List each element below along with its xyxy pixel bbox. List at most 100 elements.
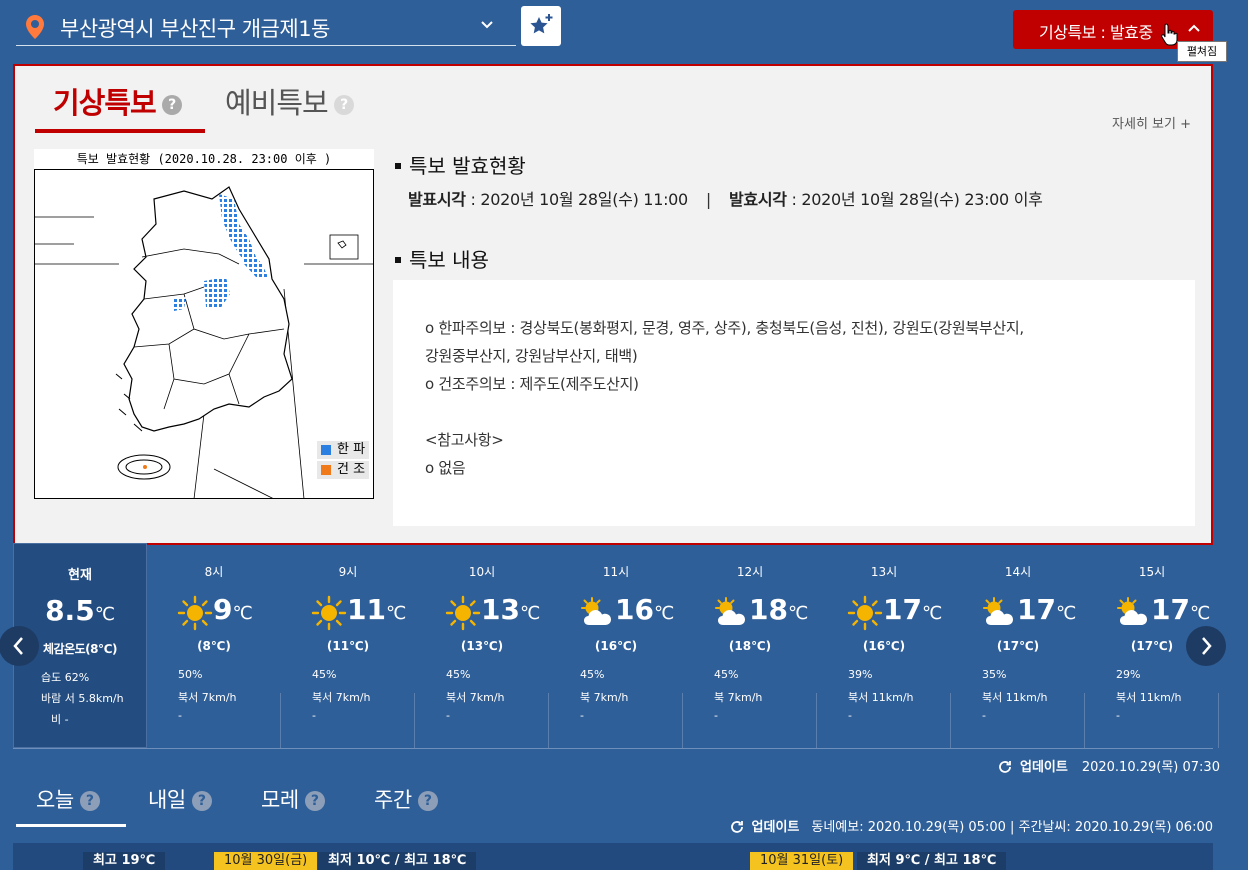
hour-humidity: 35% <box>982 668 1007 681</box>
hour-temp-value: 13 <box>481 593 520 626</box>
chevron-up-icon <box>1188 24 1200 32</box>
legend-item-dry: 건 조 <box>317 461 369 479</box>
hour-temp-value: 17 <box>883 593 922 626</box>
hour-feels-like: (13℃) <box>460 639 504 653</box>
active-tab-indicator <box>35 129 205 133</box>
hour-wind: 북서 11km/h <box>848 691 914 704</box>
current-humidity: 습도 62% <box>41 671 90 684</box>
hour-rain: - <box>848 709 852 722</box>
hour-column: 13시 17℃ (16℃) 39% 북서 11km/h - <box>817 543 951 748</box>
chevron-right-icon <box>1202 637 1212 655</box>
chevron-down-icon[interactable] <box>478 16 496 34</box>
tab-tomorrow[interactable]: 내일? <box>148 784 212 814</box>
status-heading: 특보 발효현황 <box>395 150 526 179</box>
help-icon[interactable]: ? <box>79 791 100 811</box>
daily-update: 업데이트 동네예보: 2020.10.29(목) 05:00 | 주간날씨: 20… <box>730 816 1213 835</box>
update-time: 2020.10.29(목) 07:30 <box>1081 760 1220 775</box>
temp-unit: ℃ <box>653 603 675 624</box>
more-details-link[interactable]: 자세히 보기 + <box>1112 113 1191 132</box>
hour-humidity: 45% <box>580 668 605 681</box>
legend-item-cold-wave: 한 파 <box>317 441 369 459</box>
hour-temp: 17℃ <box>1151 593 1210 626</box>
temp-unit: ℃ <box>921 603 943 624</box>
legend-swatch <box>321 445 331 455</box>
partly-cloudy-icon <box>981 595 1017 631</box>
hour-label: 9시 <box>338 565 358 579</box>
help-icon[interactable]: ? <box>161 95 182 115</box>
current-wind: 바람 서 5.8km/h <box>41 692 124 705</box>
hour-temp: 17℃ <box>1017 593 1076 626</box>
warning-map[interactable]: 특보 발효현황 (2020.10.28. 23:00 이후 ) 한 파 건 조 <box>34 149 374 499</box>
legend-swatch <box>321 465 331 475</box>
content-line: o 한파주의보 : 경상북도(봉화평지, 문경, 영주, 상주), 충청북도(음… <box>425 319 1024 337</box>
sun-icon <box>847 595 883 631</box>
refresh-icon[interactable] <box>730 820 744 834</box>
add-favorite-button[interactable] <box>521 6 561 46</box>
hour-column: 14시 17℃ (17℃) 35% 북서 11km/h - <box>951 543 1085 748</box>
current-rain: 비 - <box>51 713 69 726</box>
chevron-left-icon <box>13 637 23 655</box>
help-icon[interactable]: ? <box>333 95 354 115</box>
tab-preliminary-warning[interactable]: 예비특보? <box>225 80 354 122</box>
hour-wind: 북서 7km/h <box>178 691 237 704</box>
issue-times: 발표시각 : 2020년 10월 28일(수) 11:00 | 발효시각 : 202… <box>408 186 1043 210</box>
location-selector[interactable]: 부산광역시 부산진구 개금제1동 <box>16 8 516 46</box>
hour-temp-value: 17 <box>1017 593 1056 626</box>
sun-icon <box>445 595 481 631</box>
temp-unit: ℃ <box>787 603 809 624</box>
hour-feels-like: (18℃) <box>728 639 772 653</box>
partly-cloudy-icon <box>1115 595 1151 631</box>
location-name: 부산광역시 부산진구 개금제1동 <box>60 17 330 41</box>
tab-weather-warning[interactable]: 기상특보? <box>53 80 182 122</box>
hour-wind: 북서 7km/h <box>312 691 371 704</box>
prev-arrow-button[interactable] <box>0 626 39 666</box>
update-label[interactable]: 업데이트 <box>1020 760 1068 775</box>
sun-icon <box>177 595 213 631</box>
help-icon[interactable]: ? <box>304 791 325 811</box>
hour-wind: 북서 11km/h <box>982 691 1048 704</box>
effective-value: : 2020년 10월 28일(수) 23:00 이후 <box>786 190 1043 209</box>
day2-range: 최저 9℃ / 최고 18℃ <box>857 852 1007 870</box>
sun-icon <box>311 595 347 631</box>
update-label[interactable]: 업데이트 <box>752 820 800 835</box>
tab-label: 모레 <box>261 788 299 812</box>
temp-unit: ℃ <box>94 604 115 625</box>
tab-weekly[interactable]: 주간? <box>374 784 438 814</box>
partly-cloudy-icon <box>579 595 615 631</box>
hour-label: 15시 <box>1138 565 1166 579</box>
active-tab-indicator <box>16 824 126 827</box>
hour-humidity: 50% <box>178 668 203 681</box>
temp-unit: ℃ <box>1189 603 1211 624</box>
hourly-forecast: 현재 8.5℃ 체감온도(8℃) 습도 62% 바람 서 5.8km/h 비 -… <box>0 543 1226 749</box>
hour-label: 10시 <box>468 565 496 579</box>
hour-feels-like: (16℃) <box>594 639 638 653</box>
current-label: 현재 <box>68 568 92 583</box>
hour-column: 10시 13℃ (13℃) 45% 북서 7km/h - <box>415 543 549 748</box>
tab-day-after[interactable]: 모레? <box>261 784 325 814</box>
hour-temp-value: 11 <box>347 593 386 626</box>
hourly-update: 업데이트 2020.10.29(목) 07:30 <box>998 756 1220 775</box>
current-temp: 8.5℃ <box>14 594 146 627</box>
column-divider <box>1218 693 1219 748</box>
next-arrow-button[interactable] <box>1186 626 1226 666</box>
hour-label: 12시 <box>736 565 764 579</box>
bullet-square-icon <box>395 257 401 263</box>
hour-wind: 북 7km/h <box>714 691 763 704</box>
day1-date-badge: 10월 30일(금) <box>214 852 318 870</box>
hour-label: 8시 <box>204 565 224 579</box>
hour-feels-like: (17℃) <box>996 639 1040 653</box>
hour-temp: 16℃ <box>615 593 674 626</box>
day2-date-badge: 10월 31일(토) <box>750 852 854 870</box>
effective-label: 발효시각 <box>729 190 787 209</box>
content-line: 강원중부산지, 강원남부산지, 태백) <box>425 347 638 365</box>
warning-content-box: o 한파주의보 : 경상북도(봉화평지, 문경, 영주, 상주), 충청북도(음… <box>393 280 1195 526</box>
help-icon[interactable]: ? <box>417 791 438 811</box>
hour-wind: 북서 7km/h <box>446 691 505 704</box>
day1-range: 최저 10℃ / 최고 18℃ <box>318 852 477 870</box>
temp-unit: ℃ <box>519 603 541 624</box>
tab-today[interactable]: 오늘? <box>36 784 100 814</box>
help-icon[interactable]: ? <box>191 791 212 811</box>
refresh-icon[interactable] <box>998 760 1012 774</box>
partly-cloudy-icon <box>713 595 749 631</box>
bullet-square-icon <box>395 163 401 169</box>
